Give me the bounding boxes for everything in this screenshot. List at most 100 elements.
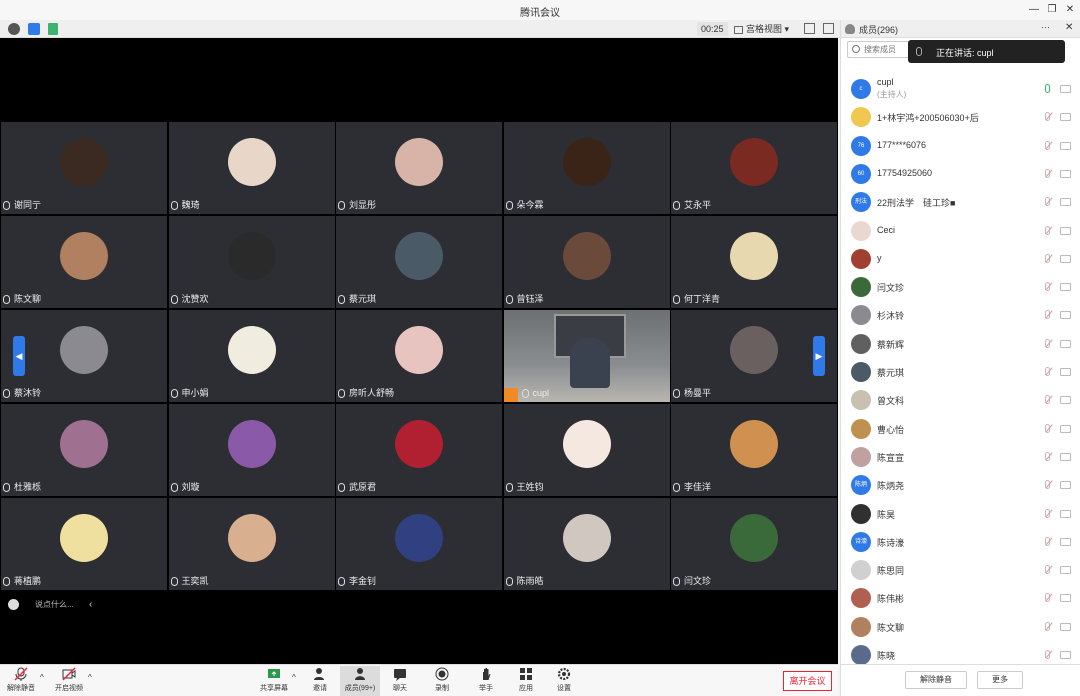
share-screen-button[interactable]: 共享屏幕	[258, 666, 290, 696]
participant-tile[interactable]: 房听人舒畅	[336, 310, 502, 402]
participant-tile[interactable]: 陈雨皓	[503, 498, 670, 590]
participant-tile[interactable]: 魏琦	[168, 122, 335, 214]
leave-meeting-button[interactable]: 离开会议	[783, 671, 832, 691]
participant-tile[interactable]: 朵今霖	[503, 122, 670, 214]
participant-tile[interactable]: 曾钰泽	[503, 216, 670, 308]
participant-tile[interactable]: 蔡沐铃	[1, 310, 167, 402]
participant-tile[interactable]: 艾永平	[671, 122, 837, 214]
mic-muted-icon[interactable]	[1045, 565, 1050, 575]
participant-tile[interactable]: 李佳洋	[671, 404, 837, 496]
info-icon[interactable]	[8, 23, 20, 35]
shield-icon[interactable]	[28, 23, 40, 35]
member-row[interactable]: 60 17754925060	[841, 160, 1080, 188]
mic-muted-icon[interactable]	[1045, 338, 1050, 348]
close-window-button[interactable]: ✕	[1062, 2, 1078, 18]
camera-icon[interactable]	[1060, 566, 1071, 575]
member-row[interactable]: y	[841, 245, 1080, 273]
record-button[interactable]: 录制	[430, 666, 454, 696]
layout-switch-button[interactable]: 宫格视图 ▾	[734, 22, 789, 36]
participant-video-tile[interactable]: cupl	[503, 310, 670, 402]
participant-tile[interactable]: 王姓钧	[503, 404, 670, 496]
settings-button[interactable]: 设置	[552, 666, 576, 696]
minimize-button[interactable]: —	[1026, 2, 1042, 18]
member-row[interactable]: 陈宣宣	[841, 443, 1080, 471]
mic-muted-icon[interactable]	[1045, 310, 1050, 320]
member-row[interactable]: 1+林宇鸿+200506030+后	[841, 103, 1080, 131]
more-members-options-button[interactable]: 更多	[977, 671, 1023, 689]
member-row[interactable]: c cupl (主持人)	[841, 75, 1080, 103]
member-row[interactable]: 诗濠 陈诗濠	[841, 528, 1080, 556]
raise-hand-button[interactable]: 举手	[474, 666, 498, 696]
camera-icon[interactable]	[1060, 283, 1071, 292]
camera-icon[interactable]	[1060, 85, 1071, 93]
camera-icon[interactable]	[1060, 424, 1071, 433]
mic-icon[interactable]	[1045, 84, 1050, 93]
mic-muted-icon[interactable]	[1045, 395, 1050, 405]
next-page-button[interactable]: ▶	[813, 336, 825, 376]
mic-muted-icon[interactable]	[1045, 508, 1050, 518]
mic-muted-icon[interactable]	[1045, 621, 1050, 631]
start-video-button[interactable]: 开启视频	[52, 666, 86, 696]
camera-icon[interactable]	[1060, 452, 1071, 461]
member-row[interactable]: 蔡元琪	[841, 358, 1080, 386]
participant-tile[interactable]: 沈赞欢	[168, 216, 335, 308]
sidebar-toggle-icon[interactable]	[823, 23, 834, 34]
participant-tile[interactable]: 刘显彤	[336, 122, 502, 214]
camera-icon[interactable]	[1060, 622, 1071, 631]
apps-button[interactable]: 应用	[514, 666, 538, 696]
camera-icon[interactable]	[1060, 481, 1071, 490]
participant-tile[interactable]: 杜雅栎	[1, 404, 167, 496]
member-row[interactable]: 陈思同	[841, 556, 1080, 584]
participant-tile[interactable]: 何丁洋青	[671, 216, 837, 308]
mic-muted-icon[interactable]	[1045, 480, 1050, 490]
camera-icon[interactable]	[1060, 537, 1071, 546]
member-row[interactable]: 陈伟彬	[841, 584, 1080, 612]
maximize-button[interactable]: ❐	[1044, 2, 1060, 18]
prev-page-button[interactable]: ◀	[13, 336, 25, 376]
mic-muted-icon[interactable]	[1045, 593, 1050, 603]
camera-icon[interactable]	[1060, 396, 1071, 405]
member-row[interactable]: 闫文珍	[841, 273, 1080, 301]
mic-muted-icon[interactable]	[1045, 423, 1050, 433]
camera-icon[interactable]	[1060, 651, 1071, 659]
mic-muted-icon[interactable]	[1045, 367, 1050, 376]
mic-muted-icon[interactable]	[1045, 168, 1050, 178]
participant-tile[interactable]: 刘璇	[168, 404, 335, 496]
participant-tile[interactable]: 蒋植鹏	[1, 498, 167, 590]
camera-icon[interactable]	[1060, 226, 1071, 235]
participant-tile[interactable]: 闫文珍	[671, 498, 837, 590]
member-row[interactable]: 陈文聊	[841, 613, 1080, 641]
members-button[interactable]: 成员(99+)	[340, 666, 380, 696]
signal-icon[interactable]	[48, 23, 58, 35]
chat-button[interactable]: 聊天	[388, 666, 412, 696]
participant-tile[interactable]: 谢同亍	[1, 122, 167, 214]
mic-muted-icon[interactable]	[1045, 112, 1050, 122]
chat-input[interactable]: 说点什么...	[35, 599, 83, 610]
mic-muted-icon[interactable]	[1045, 282, 1050, 292]
participant-tile[interactable]: 陈文聊	[1, 216, 167, 308]
participant-tile[interactable]: 李金钊	[336, 498, 502, 590]
member-row[interactable]: 曹心怡	[841, 415, 1080, 443]
mic-muted-icon[interactable]	[1045, 253, 1050, 263]
participant-tile[interactable]: 蔡元琪	[336, 216, 502, 308]
audio-options-caret[interactable]: ^	[40, 673, 44, 682]
camera-icon[interactable]	[1060, 339, 1071, 348]
mic-muted-icon[interactable]	[1045, 197, 1050, 207]
camera-icon[interactable]	[1060, 368, 1071, 376]
participant-tile[interactable]: 王奕凯	[168, 498, 335, 590]
camera-icon[interactable]	[1060, 311, 1071, 320]
member-row[interactable]: Ceci	[841, 217, 1080, 245]
share-options-caret[interactable]: ^	[292, 673, 296, 682]
unmute-button[interactable]: 解除静音	[4, 666, 38, 696]
camera-icon[interactable]	[1060, 594, 1071, 603]
close-panel-button[interactable]: ✕	[1065, 22, 1073, 33]
fullscreen-icon[interactable]	[804, 23, 815, 34]
invite-button[interactable]: 邀请	[306, 666, 334, 696]
camera-icon[interactable]	[1060, 169, 1071, 178]
camera-icon[interactable]	[1060, 113, 1071, 122]
more-options-button[interactable]: ···	[1041, 22, 1050, 32]
mic-muted-icon[interactable]	[1045, 225, 1050, 235]
emoji-icon[interactable]	[8, 598, 19, 610]
mic-muted-icon[interactable]	[1045, 650, 1050, 659]
member-row[interactable]: 76 177****6076	[841, 132, 1080, 160]
